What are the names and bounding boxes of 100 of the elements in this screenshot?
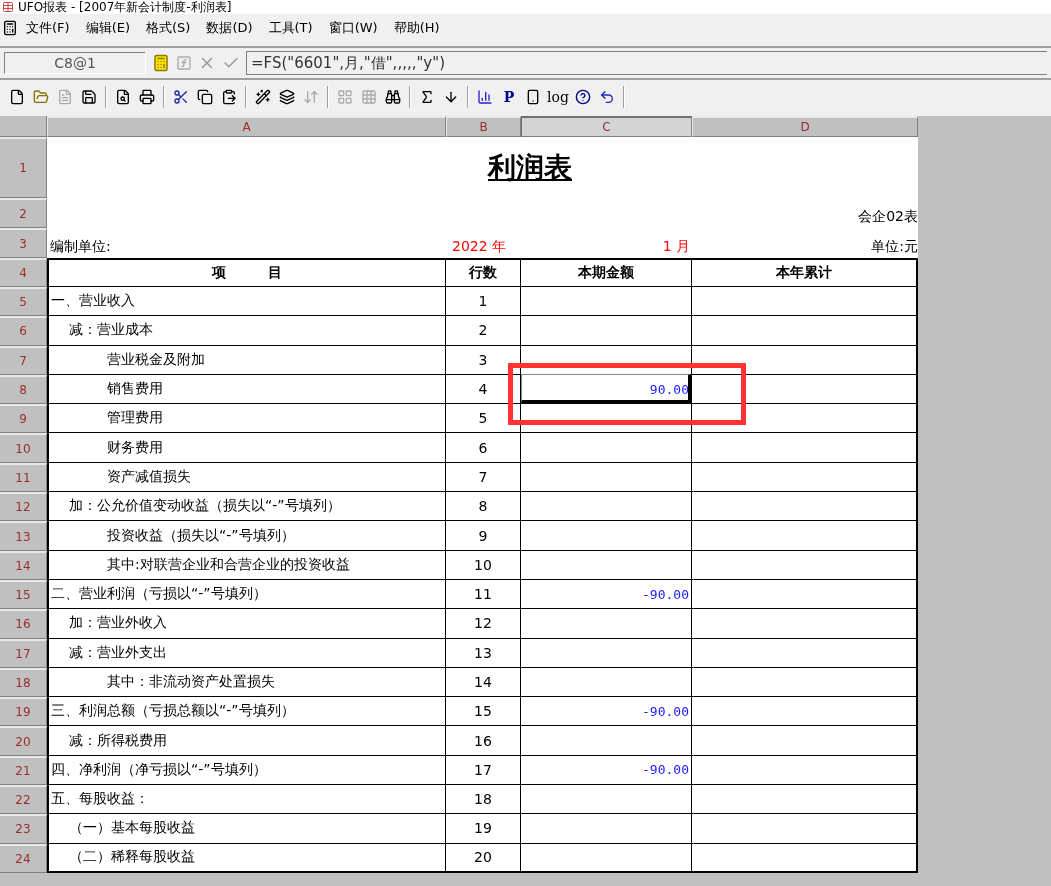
log-toolbar-button[interactable]: log [546,86,570,108]
line-number-cell: 19 [446,814,521,844]
amount-cell[interactable] [521,316,692,346]
row-header[interactable]: 22 [0,785,47,815]
report-title: 利润表 [488,149,572,186]
row-header[interactable]: 13 [0,521,47,551]
p-toolbar-button[interactable]: P [498,86,520,108]
line-number-cell: 12 [446,609,521,639]
cell-reference-field[interactable]: C8@1 [4,52,146,74]
amount-cell[interactable] [521,492,692,522]
form-code: 会企02表 [858,208,918,226]
item-cell: （一）基本每股收益 [47,814,446,844]
menu-item[interactable]: 窗口(W) [320,17,386,39]
item-cell: 投资收益（损失以“-”号填列） [47,521,446,551]
calculator-icon[interactable] [152,54,170,72]
row-header[interactable]: 10 [0,433,47,463]
amount-cell[interactable] [521,521,692,551]
currency-unit: 单位:元 [871,238,918,256]
window-title: UFO报表 - [2007年新会计制度-利润表] [18,0,232,14]
item-cell: 管理费用 [47,404,446,434]
column-heading: 项 目 [47,258,446,287]
amount-cell[interactable] [521,609,692,639]
menu-item[interactable]: 工具(T) [260,17,321,39]
row-header[interactable]: 14 [0,550,47,580]
row-header[interactable]: 16 [0,609,47,639]
amount-cell[interactable] [521,433,692,463]
line-number-cell: 9 [446,521,521,551]
formula-field[interactable]: =FS("6601",月,"借",,,,,"y") [246,51,1047,75]
row-header[interactable]: 18 [0,667,47,698]
column-header[interactable]: D [692,116,918,137]
row-header[interactable]: 6 [0,316,47,346]
item-cell: 五、每股收益： [47,785,446,815]
menu-item[interactable]: 文件(F) [18,17,78,39]
row-header[interactable]: 21 [0,755,47,786]
row-header[interactable]: 7 [0,345,47,375]
row-header[interactable]: 4 [0,258,47,287]
app-icon [2,1,14,13]
column-heading: 行数 [446,258,521,287]
column-header[interactable]: C [521,116,692,137]
row-header[interactable]: 3 [0,228,47,258]
line-number-cell: 5 [446,404,521,434]
row-header[interactable]: 20 [0,726,47,756]
amount-cell[interactable] [521,667,692,698]
row-header[interactable]: 9 [0,404,47,434]
amount-cell[interactable] [521,550,692,580]
row-header[interactable]: 1 [0,137,47,198]
row-header[interactable]: 24 [0,843,47,873]
line-number-cell: 18 [446,785,521,815]
amount-cell[interactable] [521,814,692,844]
menu-item[interactable]: 格式(S) [138,17,199,39]
item-cell: 加：公允价值变动收益（损失以“-”号填列） [47,492,446,522]
line-number-cell: 16 [446,726,521,756]
item-cell: 财务费用 [47,433,446,463]
line-number-cell: 11 [446,579,521,610]
amount-cell[interactable]: -90.00 [521,755,692,786]
line-number-cell: 10 [446,550,521,580]
amount-cell[interactable]: -90.00 [521,697,692,727]
amount-cell[interactable]: 90.00 [521,374,692,405]
unit-label: 编制单位: [50,238,111,256]
amount-cell[interactable] [521,638,692,668]
line-number-cell: 8 [446,492,521,522]
row-header[interactable]: 2 [0,198,47,228]
column-heading: 本年累计 [692,258,918,287]
column-header[interactable]: A [47,116,446,137]
line-number-cell: 6 [446,433,521,463]
row-header[interactable]: 19 [0,697,47,727]
column-heading: 本期金额 [521,258,692,287]
line-number-cell: 2 [446,316,521,346]
line-number-cell: 7 [446,462,521,493]
menu-item[interactable]: 编辑(E) [77,17,138,39]
amount-cell[interactable] [521,726,692,756]
row-header[interactable]: 15 [0,579,47,610]
item-cell: 减：营业外支出 [47,638,446,668]
item-cell: 减：营业成本 [47,316,446,346]
row-header[interactable]: 11 [0,462,47,493]
menu-item[interactable]: 帮助(H) [385,17,448,39]
item-cell: 二、营业利润（亏损以“-”号填列） [47,579,446,610]
item-cell: （二）稀释每股收益 [47,843,446,873]
line-number-cell: 15 [446,697,521,727]
amount-cell[interactable] [521,843,692,873]
row-header[interactable]: 17 [0,638,47,668]
amount-cell[interactable]: -90.00 [521,579,692,610]
amount-cell[interactable] [521,785,692,815]
row-header[interactable]: 12 [0,492,47,522]
item-cell: 三、利润总额（亏损总额以“-”号填列） [47,697,446,727]
menu-item[interactable]: 数据(D) [198,17,261,39]
item-cell: 四、净利润（净亏损以“-”号填列） [47,755,446,786]
row-header[interactable]: 23 [0,814,47,844]
item-cell: 其中:对联营企业和合营企业的投资收益 [47,550,446,580]
item-cell: 资产减值损失 [47,462,446,493]
line-number-cell: 14 [446,667,521,698]
row-header[interactable]: 5 [0,287,47,317]
item-cell: 加：营业外收入 [47,609,446,639]
row-header[interactable]: 8 [0,374,47,405]
item-cell: 减：所得税费用 [47,726,446,756]
column-header[interactable]: B [446,116,521,137]
amount-cell[interactable] [521,462,692,493]
amount-cell[interactable] [521,287,692,317]
month-text: 1 月 [662,238,690,256]
year-text: 2022 年 [452,238,507,256]
